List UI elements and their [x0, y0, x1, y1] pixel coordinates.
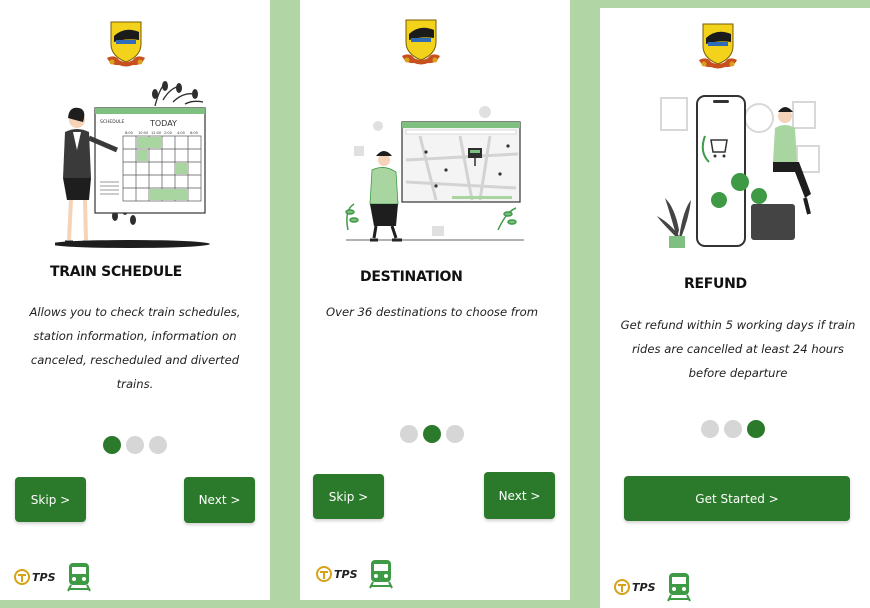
next-button[interactable]: Next >	[184, 477, 255, 523]
railway-crest-logo	[401, 19, 441, 65]
tps-logo: TPS	[316, 566, 358, 582]
page-dot-3[interactable]	[747, 420, 765, 438]
svg-text:10:00: 10:00	[138, 131, 148, 135]
skip-button[interactable]: Skip >	[313, 474, 384, 519]
get-started-button[interactable]: Get Started >	[624, 476, 850, 521]
screen-description: Allows you to check train schedules, sta…	[29, 305, 241, 391]
railway-crest-logo	[698, 23, 738, 69]
screen-description: Get refund within 5 working days if trai…	[620, 318, 856, 380]
svg-text:2:00: 2:00	[164, 131, 172, 135]
page-dot-2[interactable]	[423, 425, 441, 443]
page-dot-2[interactable]	[126, 436, 144, 454]
tps-logo: TPS	[614, 579, 656, 595]
footer-logos: TPS	[614, 570, 692, 604]
screen-title: REFUND	[684, 276, 747, 292]
tps-label: TPS	[32, 570, 56, 584]
onboarding-screen-refund: REFUND Get refund within 5 working days …	[600, 8, 870, 608]
tps-icon	[316, 566, 332, 582]
pagination-dots	[103, 436, 167, 454]
schedule-illustration: SCHEDULE TODAY 8:00 10:00 12:00 2:00 4:0…	[55, 81, 210, 248]
onboarding-screen-train-schedule: SCHEDULE TODAY 8:00 10:00 12:00 2:00 4:0…	[0, 0, 270, 600]
train-icon	[666, 572, 691, 602]
schedule-label: SCHEDULE	[100, 119, 124, 125]
today-label: TODAY	[149, 119, 177, 128]
pagination-dots	[701, 420, 765, 438]
page-dot-3[interactable]	[149, 436, 167, 454]
tps-logo: TPS	[14, 569, 56, 585]
svg-text:4:00: 4:00	[177, 131, 185, 135]
next-button[interactable]: Next >	[484, 472, 555, 519]
screen-title: DESTINATION	[360, 269, 463, 285]
footer-logos: TPS	[14, 560, 92, 594]
tps-icon	[614, 579, 630, 595]
page-dot-1[interactable]	[400, 425, 418, 443]
onboarding-screen-destination: DESTINATION Over 36 destinations to choo…	[300, 0, 570, 600]
svg-text:6:00: 6:00	[190, 131, 198, 135]
tps-label: TPS	[632, 580, 656, 594]
tps-label: TPS	[334, 567, 358, 581]
tps-icon	[14, 569, 30, 585]
train-icon	[66, 562, 91, 592]
pagination-dots	[400, 425, 464, 443]
svg-text:12:00: 12:00	[151, 131, 161, 135]
train-icon	[368, 559, 393, 589]
page-dot-3[interactable]	[446, 425, 464, 443]
screen-title: TRAIN SCHEDULE	[50, 264, 182, 280]
screen-description: Over 36 destinations to choose from	[325, 305, 539, 319]
railway-crest-logo	[106, 21, 146, 67]
destination-map-illustration	[345, 106, 524, 242]
footer-logos: TPS	[316, 557, 394, 591]
page-dot-1[interactable]	[701, 420, 719, 438]
refund-payment-illustration	[657, 95, 820, 248]
svg-text:8:00: 8:00	[125, 131, 133, 135]
skip-button[interactable]: Skip >	[15, 477, 86, 522]
page-dot-1[interactable]	[103, 436, 121, 454]
page-dot-2[interactable]	[724, 420, 742, 438]
